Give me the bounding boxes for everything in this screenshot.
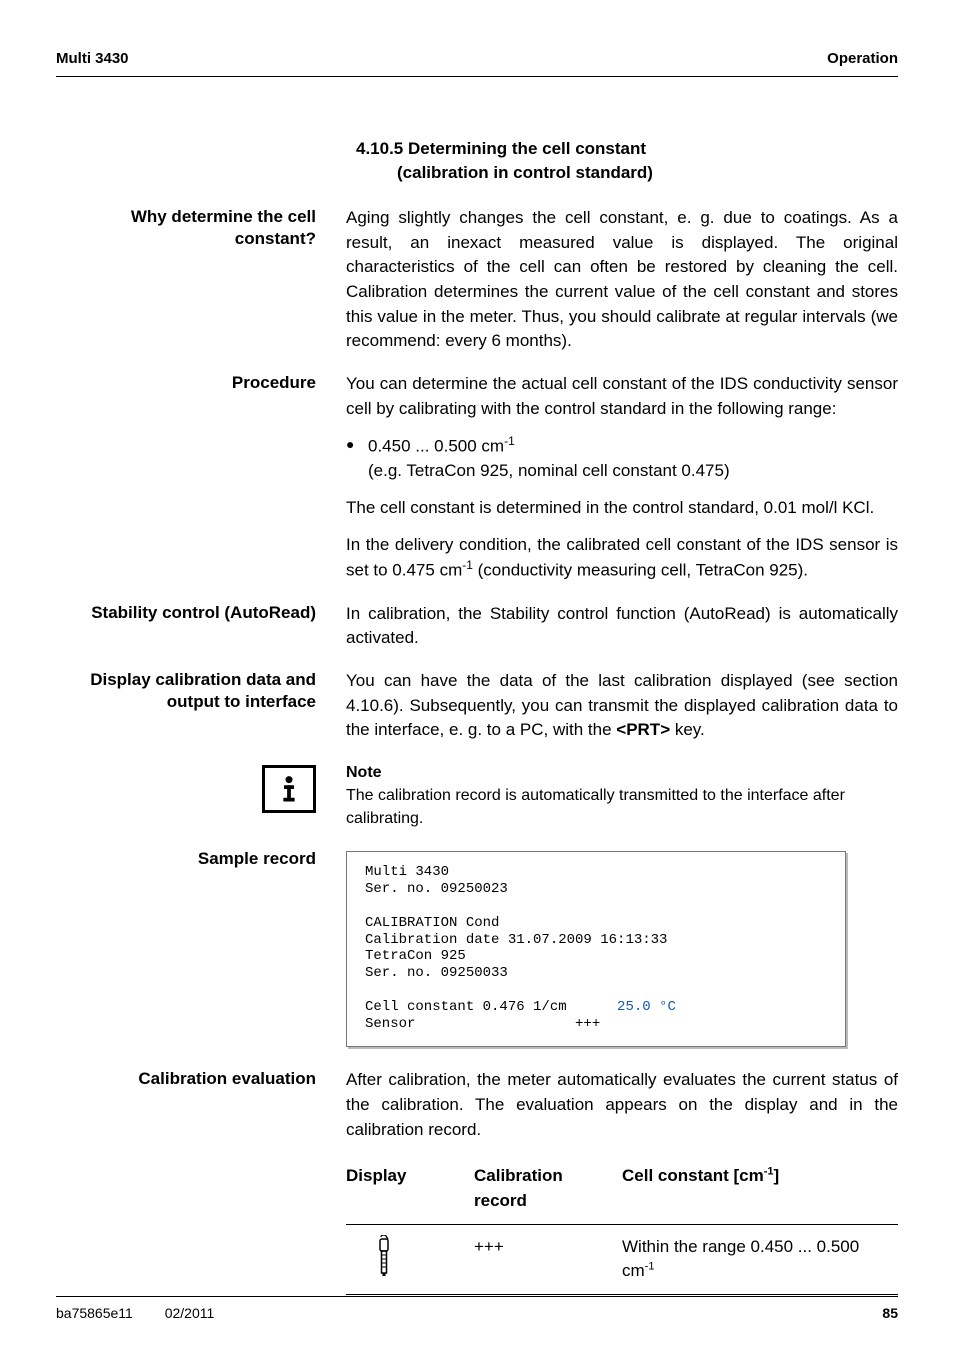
td-c3-p1: Within the range 0.450 ... 0.500 cm [622,1237,859,1281]
sample-label: Sample record [56,848,346,1050]
why-text: Aging slightly changes the cell constant… [346,206,898,354]
display-cal-key: <PRT> [616,720,670,739]
section-title-l2: (calibration in control standard) [356,161,898,186]
info-icon [262,765,316,813]
procedure-bullet-sup: -1 [504,434,515,448]
sample-l1: Multi 3430 [365,864,827,881]
procedure-after2-sup: -1 [462,558,473,572]
header-right: Operation [827,48,898,70]
sample-l7b: 25.0 °C [617,999,676,1015]
procedure-after2-p2: (conductivity measuring cell, TetraCon 9… [473,561,808,580]
table-head-display: Display [346,1154,474,1224]
footer-page: 85 [882,1303,898,1323]
display-cal-label: Display calibration data and output to i… [56,669,346,743]
table-head-record: Calibration record [474,1154,622,1224]
procedure-label: Procedure [56,372,346,584]
sample-l3: CALIBRATION Cond [365,915,827,932]
sample-l5: TetraCon 925 [365,948,827,965]
note-label: Note [346,761,898,784]
sample-l8: Sensor +++ [365,1016,827,1033]
sample-l7a: Cell constant 0.476 1/cm [365,999,617,1015]
sample-l4: Calibration date 31.07.2009 16:13:33 [365,932,827,949]
display-cal-text: You can have the data of the last calibr… [346,669,898,743]
table-head-cell-const: Cell constant [cm-1] [622,1154,898,1224]
procedure-after2: In the delivery condition, the calibrate… [346,533,898,584]
procedure-bullet: 0.450 ... 0.500 cm-1 (e.g. TetraCon 925,… [346,433,898,484]
stability-label: Stability control (AutoRead) [56,602,346,651]
section-heading: 4.10.5 Determining the cell constant (ca… [356,137,898,186]
footer-date: 02/2011 [165,1305,215,1321]
sample-l7: Cell constant 0.476 1/cm 25.0 °C [365,999,827,1016]
sensor-icon [374,1235,394,1285]
table-row1-cellconst: Within the range 0.450 ... 0.500 cm-1 [622,1224,898,1295]
procedure-bullet-l1: 0.450 ... 0.500 cm [368,437,504,456]
cal-eval-text: After calibration, the meter automatical… [346,1068,898,1142]
page-header: Multi 3430 Operation [56,48,898,77]
stability-text: In calibration, the Stability control fu… [346,602,898,651]
note-icon-cell [56,761,346,831]
note-text: The calibration record is automatically … [346,787,845,827]
cal-eval-label: Calibration evaluation [56,1068,346,1295]
sample-l6: Ser. no. 09250033 [365,965,827,982]
page-footer: ba75865e11 02/2011 85 [56,1296,898,1323]
table-row1-display [346,1224,474,1295]
td-c3-sup: -1 [645,1261,655,1273]
cal-eval-table: Display Calibration record Cell constant… [346,1154,898,1295]
why-label: Why determine the cell constant? [56,206,346,354]
footer-code: ba75865e11 [56,1305,133,1321]
display-cal-p2: key. [670,720,705,739]
section-title-l1: Determining the cell constant [408,139,646,158]
procedure-after1: The cell constant is determined in the c… [346,496,898,521]
section-number: 4.10.5 [356,139,403,158]
th-c3-p2: ] [773,1166,779,1185]
sample-l2: Ser. no. 09250023 [365,881,827,898]
sample-record-box: Multi 3430Ser. no. 09250023 CALIBRATION … [346,851,846,1047]
procedure-intro: You can determine the actual cell consta… [346,372,898,421]
header-left: Multi 3430 [56,48,129,70]
procedure-bullet-l2: (e.g. TetraCon 925, nominal cell constan… [368,459,898,484]
table-row1-record: +++ [474,1224,622,1295]
th-c3-p1: Cell constant [cm [622,1166,764,1185]
